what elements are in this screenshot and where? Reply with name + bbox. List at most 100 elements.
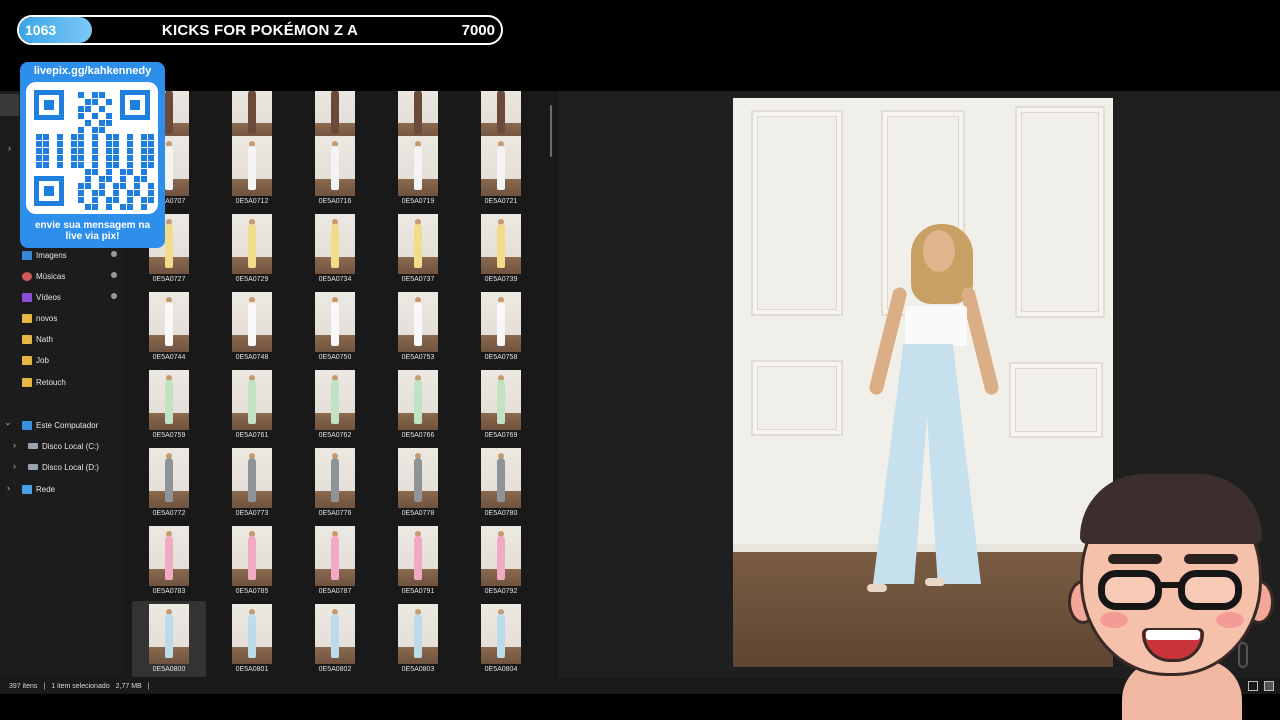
file-thumbnail[interactable]: 0E5A0787	[298, 523, 372, 599]
sidebar-item-job[interactable]: Job	[0, 350, 122, 370]
wall-panel	[1009, 362, 1103, 438]
preview-image	[733, 98, 1113, 667]
network-icon	[22, 484, 32, 494]
avatar-hair	[1080, 474, 1262, 544]
file-thumbnail[interactable]: 0E5A0803	[381, 601, 455, 677]
thumbnail-model-outfit	[165, 91, 173, 134]
file-thumbnail[interactable]: 0E5A0744	[132, 289, 206, 365]
file-name: 0E5A0716	[318, 198, 352, 205]
qr-module	[92, 113, 98, 119]
sidebar-item-retouch[interactable]: Retouch	[0, 372, 122, 392]
chevron-right-icon[interactable]: ›	[8, 143, 11, 153]
model-top	[905, 306, 967, 346]
file-name: 0E5A0727	[152, 276, 186, 283]
thumbnail-model-outfit	[165, 458, 173, 502]
qr-module	[113, 190, 119, 196]
sidebar-item-images[interactable]: Imagens	[0, 245, 122, 265]
file-thumbnail[interactable]: 0E5A0780	[464, 445, 538, 521]
qr-module	[113, 148, 119, 154]
chevron-right-icon[interactable]: ›	[7, 483, 10, 493]
file-thumbnail[interactable]: 0E5A0753	[381, 289, 455, 365]
file-thumbnail[interactable]: 0E5A0716	[298, 133, 372, 209]
file-thumbnail[interactable]: 0E5A0721	[464, 133, 538, 209]
file-thumbnail[interactable]: 0E5A0737	[381, 211, 455, 287]
file-thumbnail[interactable]: 0E5A0719	[381, 133, 455, 209]
file-name: 0E5A0750	[318, 354, 352, 361]
file-name: 0E5A0791	[401, 588, 435, 595]
file-grid-scrollbar[interactable]	[550, 105, 552, 157]
file-thumbnail[interactable]: 0E5A0785	[215, 523, 289, 599]
qr-module	[78, 106, 84, 112]
file-thumbnail[interactable]: 0E5A0712	[215, 133, 289, 209]
qr-module	[92, 162, 98, 168]
file-thumbnail[interactable]: 0E5A0750	[298, 289, 372, 365]
file-thumbnail[interactable]: 0E5A0762	[298, 367, 372, 443]
qr-module	[71, 134, 77, 140]
thumbnail-model-outfit	[331, 380, 339, 424]
file-thumbnail[interactable]: 0E5A0791	[381, 523, 455, 599]
thumbnail-image	[315, 214, 355, 274]
sidebar-item-drive-d[interactable]: › Disco Local (D:)	[0, 457, 122, 477]
file-thumbnail[interactable]: 0E5A0772	[132, 445, 206, 521]
sidebar-item-music[interactable]: Músicas	[0, 266, 122, 286]
sidebar-item-nath[interactable]: Nath	[0, 329, 122, 349]
sidebar-item-this-pc[interactable]: › Este Computador	[0, 415, 122, 435]
thumbnail-image	[481, 526, 521, 586]
qr-module	[148, 190, 154, 196]
qr-module	[127, 162, 133, 168]
qr-module	[78, 141, 84, 147]
sidebar-item-videos[interactable]: Vídeos	[0, 287, 122, 307]
file-thumbnail[interactable]: 0E5A0773	[215, 445, 289, 521]
thumbnail-model-outfit	[248, 146, 256, 190]
sidebar-item-drive-c[interactable]: › Disco Local (C:)	[0, 436, 122, 456]
file-thumbnail[interactable]: 0E5A0778	[381, 445, 455, 521]
qr-module	[141, 148, 147, 154]
qr-module	[78, 92, 84, 98]
file-thumbnail[interactable]: 0E5A0758	[464, 289, 538, 365]
qr-module	[127, 190, 133, 196]
thumbnail-image	[149, 604, 189, 664]
thumbnail-image	[398, 292, 438, 352]
file-thumbnail[interactable]: 0E5A0739	[464, 211, 538, 287]
qr-module	[113, 134, 119, 140]
file-thumbnail[interactable]: 0E5A0729	[215, 211, 289, 287]
thumbnail-model-outfit	[331, 302, 339, 346]
thumbnail-image	[315, 292, 355, 352]
file-thumbnail[interactable]: 0E5A0802	[298, 601, 372, 677]
file-thumbnail[interactable]: 0E5A0761	[215, 367, 289, 443]
thumbnail-image	[481, 136, 521, 196]
qr-module	[36, 162, 42, 168]
file-thumbnail[interactable]: 0E5A0776	[298, 445, 372, 521]
sidebar-item-network[interactable]: › Rede	[0, 479, 122, 499]
qr-module	[106, 99, 112, 105]
computer-icon	[22, 420, 32, 430]
file-thumbnail[interactable]: 0E5A0800	[132, 601, 206, 677]
file-thumbnail[interactable]: 0E5A0734	[298, 211, 372, 287]
file-thumbnail[interactable]: 0E5A0759	[132, 367, 206, 443]
qr-module	[57, 141, 63, 147]
chevron-right-icon[interactable]: ›	[13, 461, 16, 471]
qr-module	[148, 148, 154, 154]
sidebar-item-novos[interactable]: novos	[0, 308, 122, 328]
file-thumbnail[interactable]: 0E5A0748	[215, 289, 289, 365]
qr-module	[57, 162, 63, 168]
qr-finder	[120, 90, 150, 120]
file-thumbnail[interactable]: 0E5A0792	[464, 523, 538, 599]
file-thumbnail[interactable]: 0E5A0766	[381, 367, 455, 443]
thumbnail-model-outfit	[165, 146, 173, 190]
goal-target-value: 7000	[461, 22, 495, 39]
file-name: 0E5A0780	[484, 510, 518, 517]
chevron-down-icon[interactable]: ›	[4, 423, 14, 426]
chevron-right-icon[interactable]: ›	[13, 440, 16, 450]
file-thumbnail[interactable]: 0E5A0804	[464, 601, 538, 677]
thumbnail-image	[481, 292, 521, 352]
file-thumbnail[interactable]: 0E5A0769	[464, 367, 538, 443]
file-thumbnail[interactable]: 0E5A0801	[215, 601, 289, 677]
thumbnail-model-outfit	[497, 614, 505, 658]
avatar-glasses-bridge	[1160, 582, 1182, 588]
file-name: 0E5A0792	[484, 588, 518, 595]
qr-module	[71, 141, 77, 147]
avatar-cheek	[1216, 612, 1244, 628]
file-thumbnail[interactable]: 0E5A0783	[132, 523, 206, 599]
qr-module	[148, 134, 154, 140]
